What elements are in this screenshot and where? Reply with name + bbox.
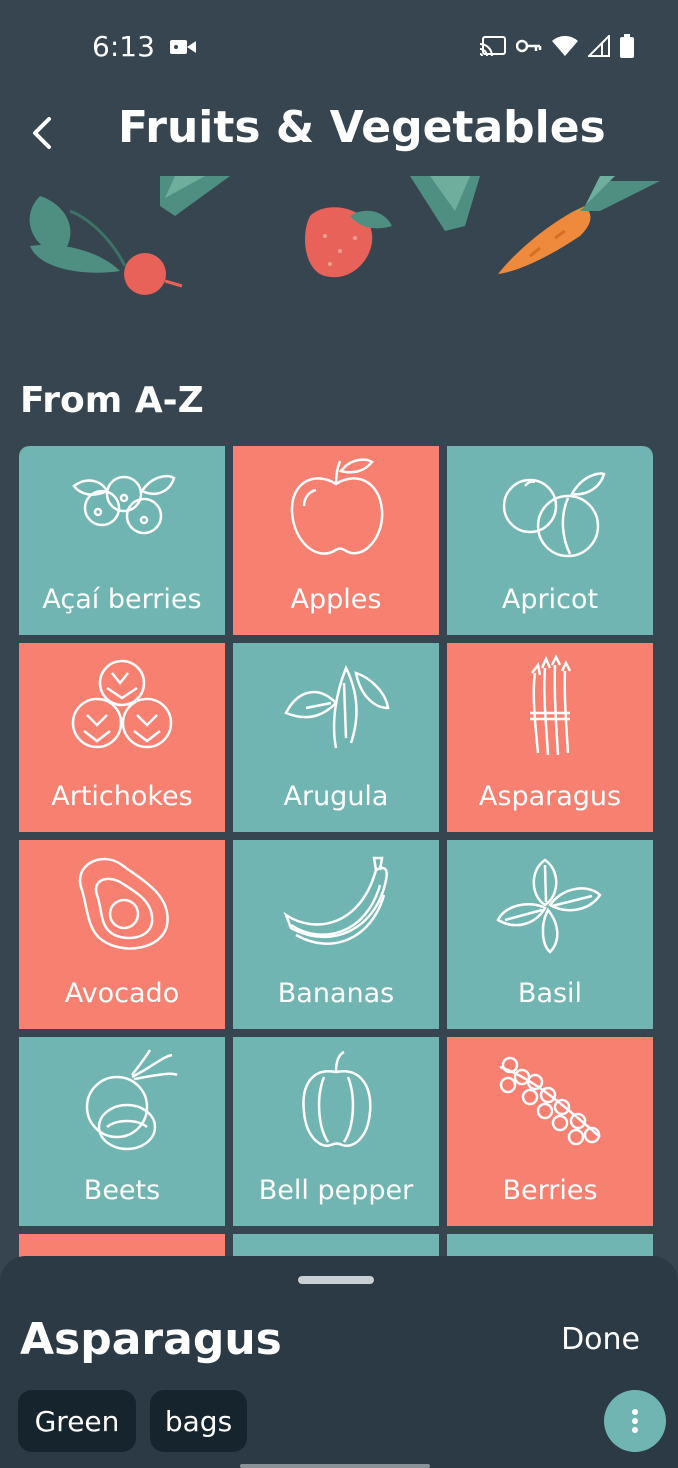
video-record-icon [170,38,196,60]
tile-apricot[interactable]: Apricot [447,446,653,635]
strawberry-illustration [305,207,392,278]
tag-chip-green[interactable]: Green [18,1390,136,1452]
tile-arugula[interactable]: Arugula [233,643,439,832]
tile-label: Açaí berries [42,584,202,615]
tile-label: Bell pepper [258,1175,414,1206]
banana-icon [283,856,388,945]
cell-signal-icon [586,33,610,61]
artichoke-icon [71,659,173,749]
vpn-key-icon [515,38,542,58]
tile-asparagus[interactable]: Asparagus [447,643,653,832]
battery-icon [620,34,634,62]
chip-label: bags [164,1404,233,1438]
arrow-back-icon [33,117,51,149]
apricot-icon [502,472,606,558]
avocado-icon [78,857,169,950]
carrot-illustration [498,176,660,274]
tile-acai-berries[interactable]: Açaí berries [19,446,225,635]
apple-icon [290,458,384,555]
tile-apples[interactable]: Apples [233,446,439,635]
sheet-title: Asparagus [20,1314,282,1365]
produce-grid: Açaí berries Apples Apricot Artichokes A… [19,446,653,1276]
tile-basil[interactable]: Basil [447,840,653,1029]
bottom-sheet: Asparagus Done Green bags [0,1256,678,1468]
section-title: From A-Z [20,380,204,421]
tile-berries[interactable]: Berries [447,1037,653,1226]
hero-illustration [0,176,678,326]
beet-icon [85,1049,178,1151]
status-icons [479,33,634,62]
acai-berries-icon [72,474,176,535]
page-title: Fruits & Vegetables [118,102,606,153]
tile-label: Apples [290,584,382,615]
tag-chip-bags[interactable]: bags [150,1390,247,1452]
chip-label: Green [34,1404,120,1438]
cast-icon [479,36,506,60]
more-vert-icon [632,1409,638,1433]
tile-label: Bananas [277,978,395,1009]
tile-label: Berries [502,1175,598,1206]
tile-label: Apricot [501,584,599,615]
more-options-button[interactable] [604,1390,666,1452]
tile-label: Artichokes [51,781,193,812]
tile-label: Arugula [283,781,389,812]
status-time: 6:13 [92,30,155,63]
status-bar: 6:13 [0,0,678,96]
tile-label: Beets [83,1175,161,1206]
tile-label: Avocado [64,978,180,1009]
asparagus-icon [530,654,572,756]
radish-illustration [29,196,183,295]
tile-label: Asparagus [478,781,622,812]
back-button[interactable] [22,108,62,158]
tile-avocado[interactable]: Avocado [19,840,225,1029]
arugula-icon [284,664,390,749]
done-button[interactable]: Done [561,1322,640,1357]
tile-bell-pepper[interactable]: Bell pepper [233,1037,439,1226]
home-indicator [240,1464,430,1468]
berries-icon [499,1056,601,1146]
tile-label: Basil [517,978,583,1009]
top-app-bar: Fruits & Vegetables [0,96,678,176]
bell-pepper-icon [302,1050,372,1147]
wifi-icon [552,35,578,61]
basil-icon [496,858,602,954]
tile-beets[interactable]: Beets [19,1037,225,1226]
tile-bananas[interactable]: Bananas [233,840,439,1029]
drag-handle[interactable] [298,1276,374,1284]
tile-artichokes[interactable]: Artichokes [19,643,225,832]
